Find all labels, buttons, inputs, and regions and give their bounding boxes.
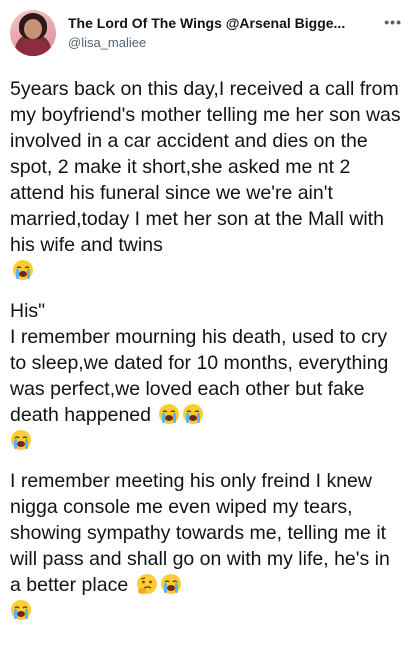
author-names: The Lord Of The Wings @Arsenal Bigge... … bbox=[68, 8, 376, 51]
avatar[interactable] bbox=[10, 10, 56, 56]
crying-face-icon bbox=[158, 403, 180, 425]
paragraph-2-first-line: His" bbox=[10, 300, 46, 322]
avatar-body bbox=[16, 40, 50, 56]
paragraph-1-text: 5years back on this day,I received a cal… bbox=[10, 78, 401, 256]
thinking-face-icon bbox=[136, 573, 158, 595]
tweet-header: The Lord Of The Wings @Arsenal Bigge... … bbox=[10, 8, 402, 70]
crying-face-icon bbox=[12, 259, 34, 281]
user-handle[interactable]: @lisa_maliee bbox=[68, 34, 376, 51]
display-name[interactable]: The Lord Of The Wings @Arsenal Bigge... bbox=[68, 14, 376, 32]
paragraph-1: 5years back on this day,I received a cal… bbox=[10, 76, 402, 284]
paragraph-2: His" I remember mourning his death, used … bbox=[10, 298, 402, 454]
more-options-icon[interactable]: ••• bbox=[384, 14, 402, 30]
paragraph-3-text: I remember meeting his only freind I kne… bbox=[10, 470, 390, 596]
avatar-face bbox=[24, 19, 42, 39]
paragraph-3: I remember meeting his only freind I kne… bbox=[10, 468, 402, 624]
tweet-text: 5years back on this day,I received a cal… bbox=[10, 76, 402, 624]
crying-face-icon bbox=[160, 573, 182, 595]
crying-face-icon bbox=[10, 599, 32, 621]
crying-face-icon bbox=[182, 403, 204, 425]
tweet-card: The Lord Of The Wings @Arsenal Bigge... … bbox=[0, 0, 412, 652]
crying-face-icon bbox=[10, 429, 32, 451]
